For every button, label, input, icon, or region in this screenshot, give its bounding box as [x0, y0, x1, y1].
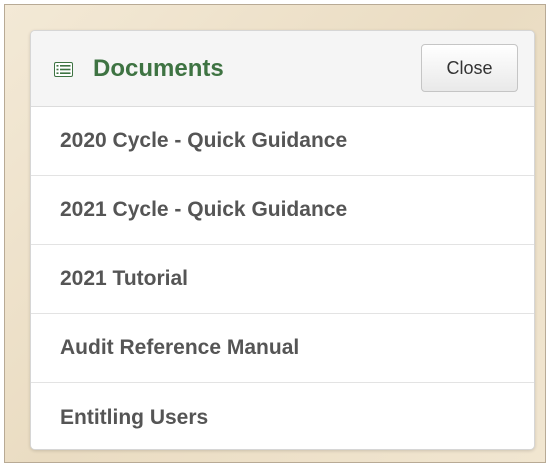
- panel-title: Documents: [93, 55, 224, 82]
- document-link-audit-reference-manual[interactable]: Audit Reference Manual: [31, 314, 534, 383]
- document-list: 2020 Cycle - Quick Guidance 2021 Cycle -…: [31, 107, 534, 449]
- document-link-entitling-users[interactable]: Entitling Users: [31, 383, 534, 449]
- document-link-2020-cycle-quick-guidance[interactable]: 2020 Cycle - Quick Guidance: [31, 107, 534, 176]
- list-icon: [54, 62, 73, 77]
- document-link-2021-tutorial[interactable]: 2021 Tutorial: [31, 245, 534, 314]
- panel-header: Documents Close: [31, 31, 534, 107]
- background-frame: Documents Close 2020 Cycle - Quick Guida…: [4, 4, 546, 463]
- documents-panel: Documents Close 2020 Cycle - Quick Guida…: [30, 30, 535, 450]
- close-button[interactable]: Close: [421, 44, 518, 92]
- document-link-2021-cycle-quick-guidance[interactable]: 2021 Cycle - Quick Guidance: [31, 176, 534, 245]
